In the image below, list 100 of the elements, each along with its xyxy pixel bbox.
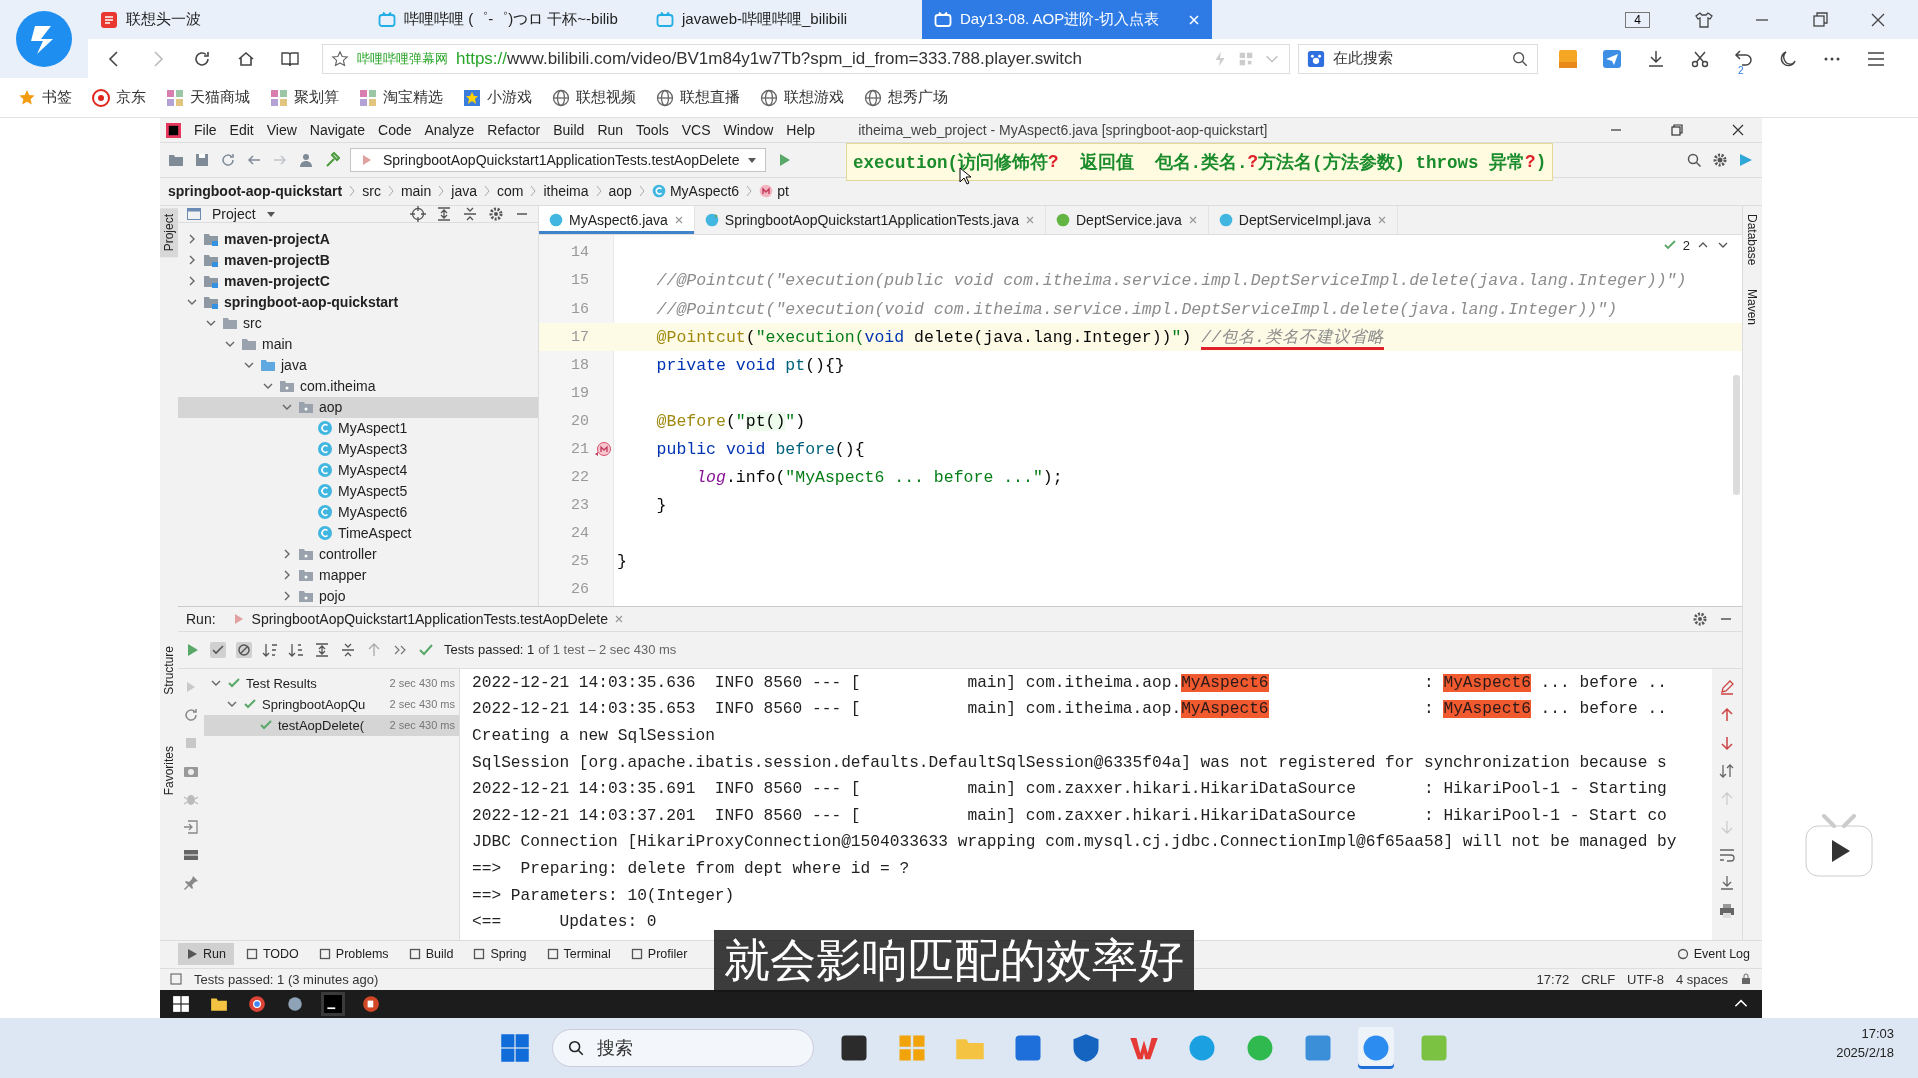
sort-icon[interactable] <box>1719 762 1735 779</box>
browser-tab[interactable]: 联想头一波 <box>88 0 360 39</box>
address-field[interactable]: 哔哩哔哩弹幕网 https://www.bilibili.com/video/BV1m84y1w7Tb?spm_id_from=333.788.player.switch <box>322 43 1290 74</box>
indent-setting[interactable]: 4 spaces <box>1675 971 1728 987</box>
breadcrumb[interactable]: main <box>400 183 432 200</box>
test-tree-item[interactable]: testAopDelete( 2 sec 430 ms <box>204 714 459 736</box>
bookmark[interactable]: 淘宝精选 <box>359 88 443 107</box>
menu-item[interactable]: Refactor <box>487 122 541 139</box>
tool-window-tab[interactable]: Maven <box>1745 289 1759 326</box>
caret-position[interactable]: 17:72 <box>1536 971 1570 987</box>
browser-tab[interactable]: Day13-08. AOP进阶-切入点表 <box>922 0 1212 39</box>
shield-icon[interactable] <box>1071 1033 1101 1063</box>
tree-item[interactable]: com.itheima <box>178 375 538 397</box>
layout-icon[interactable] <box>170 973 182 986</box>
breadcrumb[interactable]: springboot-aop-quickstart <box>168 183 343 200</box>
run-tab[interactable]: SpringbootAopQuickstart1ApplicationTests.testAopDelete <box>225 610 630 627</box>
tab-count[interactable]: 4 <box>1625 11 1650 28</box>
tree-item[interactable]: MyAspect3 <box>178 438 538 460</box>
edit-icon[interactable] <box>1719 678 1735 695</box>
menu-item[interactable]: Analyze <box>424 122 475 139</box>
inspection-count[interactable]: 2 <box>1682 237 1690 253</box>
sort-icon[interactable] <box>262 641 278 658</box>
bookmark[interactable]: 联想游戏 <box>760 88 844 107</box>
run-configuration-dropdown[interactable]: SpringbootAopQuickstart1ApplicationTests.testAopDelete <box>350 147 767 172</box>
download-icon[interactable] <box>1646 48 1666 69</box>
sort-duration-icon[interactable] <box>288 641 304 658</box>
tv-icon[interactable] <box>1804 814 1874 878</box>
ide-icon[interactable] <box>324 995 342 1013</box>
settings-icon[interactable] <box>488 205 504 222</box>
test-tree-item[interactable]: Test Results 2 sec 430 ms <box>204 672 459 694</box>
menu-item[interactable]: Navigate <box>309 122 366 139</box>
tree-item[interactable]: aop <box>178 396 538 418</box>
event-log-tab[interactable]: Event Log <box>1668 943 1758 966</box>
panel-title-dropdown[interactable]: Project <box>212 205 256 222</box>
browser-tab[interactable]: javaweb-哔哩哔哩_bilibili <box>644 0 916 39</box>
tool-window-tab[interactable]: Project <box>160 207 178 258</box>
toggle-auto-test-icon[interactable] <box>183 706 199 723</box>
breadcrumb[interactable]: com <box>496 183 524 200</box>
test-tree-item[interactable]: SpringbootAopQu 2 sec 430 ms <box>204 693 459 715</box>
menu-item[interactable]: Window <box>723 122 774 139</box>
scroll-end-icon[interactable] <box>1719 874 1735 891</box>
collapse-all-icon[interactable] <box>462 205 478 222</box>
tree-item[interactable]: mapper <box>178 564 538 586</box>
notepad-icon[interactable] <box>1303 1033 1333 1063</box>
editor-tab[interactable]: DeptService.java <box>1046 205 1209 234</box>
save-icon[interactable] <box>194 151 210 168</box>
user-icon[interactable] <box>298 151 314 168</box>
settings-icon[interactable] <box>1712 151 1728 168</box>
tree-item[interactable]: src <box>178 312 538 334</box>
paw-icon[interactable] <box>1307 49 1325 68</box>
browser-icon[interactable] <box>248 995 266 1013</box>
breadcrumb[interactable]: src <box>362 183 381 200</box>
bookmark[interactable]: 想秀广场 <box>864 88 948 107</box>
up-arrow-icon[interactable] <box>1719 706 1735 723</box>
search-field[interactable]: 搜索 <box>552 1029 814 1067</box>
breadcrumb[interactable]: java <box>451 183 477 200</box>
star-icon[interactable] <box>331 49 349 68</box>
tree-item[interactable]: MyAspect1 <box>178 417 538 439</box>
tool-window-tab[interactable]: Structure <box>160 645 178 695</box>
scroll-bar[interactable] <box>1733 374 1740 495</box>
down-arrow-icon[interactable] <box>1719 734 1735 751</box>
menu-item[interactable]: Help <box>786 122 816 139</box>
bookmark[interactable]: 书签 <box>18 88 72 107</box>
tree-item[interactable]: java <box>178 354 538 376</box>
tree-item[interactable]: TimeAspect <box>178 522 538 544</box>
menu-item[interactable]: Tools <box>636 122 669 139</box>
tool-window-tab[interactable]: Profiler <box>622 943 696 966</box>
folder-icon[interactable] <box>210 995 228 1013</box>
editor-tab[interactable]: MyAspect6.java <box>539 205 695 234</box>
menu-item[interactable]: File <box>194 122 217 139</box>
store-icon[interactable] <box>1013 1033 1043 1063</box>
tree-item[interactable]: maven-projectB <box>178 249 538 271</box>
tree-item[interactable]: pojo <box>178 585 538 607</box>
hammer-icon[interactable] <box>324 151 340 168</box>
collapse-all-icon[interactable] <box>340 641 356 658</box>
menu-item[interactable]: Build <box>553 122 585 139</box>
tool-window-tab[interactable]: Build <box>400 943 462 966</box>
tree-item[interactable]: controller <box>178 543 538 565</box>
advice-marker-icon[interactable] <box>594 440 612 459</box>
search-field[interactable]: 在此搜索 <box>1298 43 1538 74</box>
tool-window-tab[interactable]: Problems <box>310 943 397 966</box>
clock-time[interactable]: 17:03 <box>1861 1026 1894 1041</box>
moon-icon[interactable] <box>1778 48 1798 69</box>
lock-icon[interactable] <box>1740 973 1752 986</box>
restore-icon[interactable] <box>1810 9 1830 30</box>
browser-tab[interactable]: 哔哩哔哩 (゜-゜)つロ 干杯~-bilib <box>366 0 638 39</box>
tree-item[interactable]: maven-projectC <box>178 270 538 292</box>
send-icon[interactable] <box>1602 48 1622 69</box>
settings-icon[interactable] <box>1692 610 1708 627</box>
bookmark[interactable]: 天猫商城 <box>166 88 250 107</box>
tool-window-tab[interactable]: Terminal <box>538 943 619 966</box>
expand-all-icon[interactable] <box>314 641 330 658</box>
bookmark[interactable]: 小游戏 <box>463 88 532 107</box>
tree-item[interactable]: MyAspect4 <box>178 459 538 481</box>
tool-window-tab[interactable]: Spring <box>465 943 535 966</box>
bookmark[interactable]: 联想视频 <box>552 88 636 107</box>
editor-tab[interactable]: SpringbootAopQuickstart1ApplicationTests.java <box>694 205 1046 234</box>
menu-item[interactable]: Edit <box>229 122 254 139</box>
tool-window-tab[interactable]: Database <box>1745 213 1759 266</box>
tree-item[interactable]: maven-projectA <box>178 228 538 250</box>
